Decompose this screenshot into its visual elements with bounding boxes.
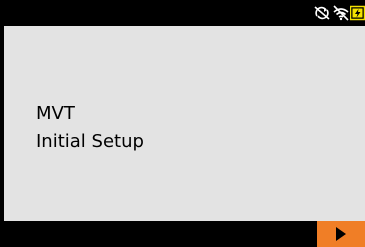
device-screen: MVT Initial Setup bbox=[0, 0, 365, 247]
main-panel: MVT Initial Setup bbox=[4, 26, 365, 221]
bottom-bar bbox=[0, 221, 365, 247]
play-arrow-icon bbox=[336, 227, 346, 241]
status-bar bbox=[0, 0, 365, 26]
device-name-label: MVT bbox=[36, 103, 75, 124]
screen-title: Initial Setup bbox=[36, 131, 144, 152]
next-button[interactable] bbox=[317, 221, 365, 247]
sync-disabled-icon bbox=[314, 6, 330, 20]
wifi-off-icon bbox=[333, 5, 349, 21]
battery-charging-icon bbox=[350, 5, 365, 21]
